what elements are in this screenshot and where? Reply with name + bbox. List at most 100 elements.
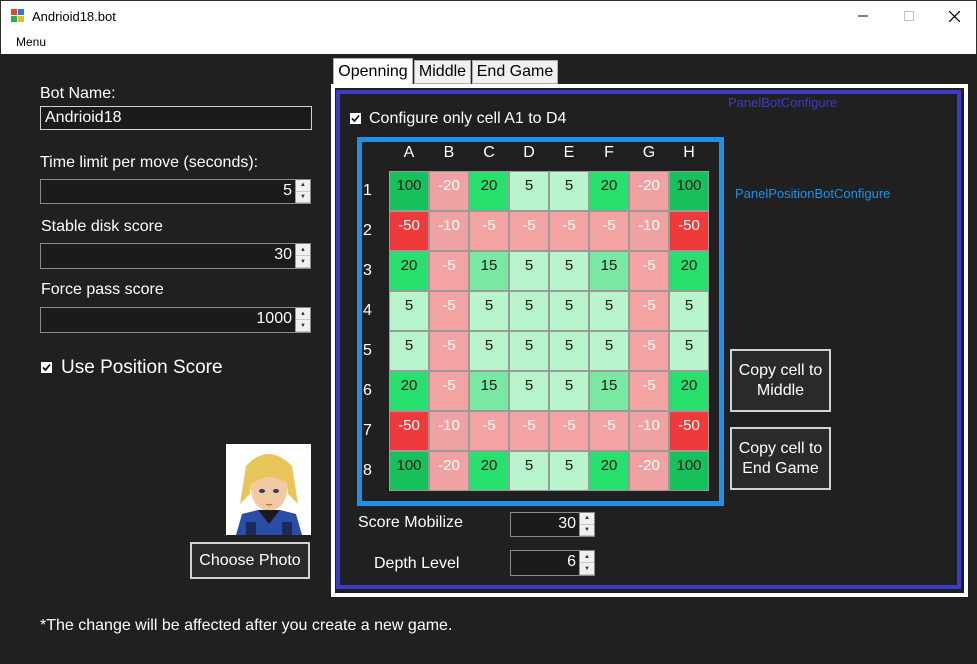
grid-cell-d8[interactable]: 5 [509,451,549,491]
time-limit-label: Time limit per move (seconds): [40,154,259,171]
spin-down-icon[interactable]: ▼ [296,256,310,268]
grid-cell-h2[interactable]: -50 [669,211,709,251]
grid-cell-a1[interactable]: 100 [389,171,429,211]
grid-cell-e5[interactable]: 5 [549,331,589,371]
grid-cell-g6[interactable]: -5 [629,371,669,411]
spin-down-icon[interactable]: ▼ [296,320,310,332]
grid-cell-b1[interactable]: -20 [429,171,469,211]
tab-middle[interactable]: Middle [414,60,471,84]
spin-down-icon[interactable]: ▼ [580,563,594,575]
grid-cell-h4[interactable]: 5 [669,291,709,331]
stable-disk-spin[interactable]: ▲ ▼ [295,244,310,268]
grid-cell-f2[interactable]: -5 [589,211,629,251]
grid-cell-d7[interactable]: -5 [509,411,549,451]
grid-cell-h3[interactable]: 20 [669,251,709,291]
column-header: F [604,144,614,161]
grid-cell-g8[interactable]: -20 [629,451,669,491]
grid-cell-a5[interactable]: 5 [389,331,429,371]
force-pass-spin[interactable]: ▲ ▼ [295,308,310,332]
grid-cell-e3[interactable]: 5 [549,251,589,291]
grid-cell-g7[interactable]: -10 [629,411,669,451]
menu-item-menu[interactable]: Menu [16,35,46,49]
score-mobilize-stepper[interactable]: 30 ▲ ▼ [510,512,595,537]
grid-cell-d3[interactable]: 5 [509,251,549,291]
bot-name-input[interactable]: Andrioid18 [40,106,312,130]
grid-cell-h6[interactable]: 20 [669,371,709,411]
grid-cell-e6[interactable]: 5 [549,371,589,411]
grid-cell-c8[interactable]: 20 [469,451,509,491]
grid-cell-a8[interactable]: 100 [389,451,429,491]
tab-openning[interactable]: Openning [333,58,413,85]
minimize-button[interactable] [840,1,886,31]
grid-cell-b8[interactable]: -20 [429,451,469,491]
grid-cell-g4[interactable]: -5 [629,291,669,331]
grid-cell-b6[interactable]: -5 [429,371,469,411]
grid-cell-c3[interactable]: 15 [469,251,509,291]
grid-cell-c1[interactable]: 20 [469,171,509,211]
spin-down-icon[interactable]: ▼ [580,525,594,536]
grid-cell-f3[interactable]: 15 [589,251,629,291]
time-limit-stepper[interactable]: 5 ▲ ▼ [40,179,311,204]
grid-cell-d6[interactable]: 5 [509,371,549,411]
grid-cell-h5[interactable]: 5 [669,331,709,371]
grid-cell-e4[interactable]: 5 [549,291,589,331]
grid-cell-f8[interactable]: 20 [589,451,629,491]
configure-only-checkbox[interactable] [350,113,361,124]
grid-cell-a6[interactable]: 20 [389,371,429,411]
maximize-button[interactable] [886,1,932,31]
spin-up-icon[interactable]: ▲ [296,244,310,256]
grid-cell-c6[interactable]: 15 [469,371,509,411]
grid-cell-c4[interactable]: 5 [469,291,509,331]
grid-cell-f1[interactable]: 20 [589,171,629,211]
spin-up-icon[interactable]: ▲ [296,308,310,320]
grid-cell-g2[interactable]: -10 [629,211,669,251]
bot-name-value: Andrioid18 [45,109,122,126]
grid-cell-d4[interactable]: 5 [509,291,549,331]
grid-cell-d5[interactable]: 5 [509,331,549,371]
grid-cell-h8[interactable]: 100 [669,451,709,491]
choose-photo-button[interactable]: Choose Photo [190,542,310,579]
time-limit-spin[interactable]: ▲ ▼ [295,180,310,203]
grid-cell-c2[interactable]: -5 [469,211,509,251]
grid-cell-g3[interactable]: -5 [629,251,669,291]
grid-cell-b2[interactable]: -10 [429,211,469,251]
grid-cell-g1[interactable]: -20 [629,171,669,211]
spin-up-icon[interactable]: ▲ [296,180,310,192]
grid-cell-a7[interactable]: -50 [389,411,429,451]
close-button[interactable] [931,1,977,31]
stable-disk-stepper[interactable]: 30 ▲ ▼ [40,243,311,269]
grid-cell-e1[interactable]: 5 [549,171,589,211]
score-mobilize-spin[interactable]: ▲ ▼ [579,513,594,536]
grid-cell-f4[interactable]: 5 [589,291,629,331]
grid-cell-e8[interactable]: 5 [549,451,589,491]
grid-cell-b5[interactable]: -5 [429,331,469,371]
grid-cell-g5[interactable]: -5 [629,331,669,371]
grid-cell-e7[interactable]: -5 [549,411,589,451]
grid-cell-f7[interactable]: -5 [589,411,629,451]
grid-cell-b3[interactable]: -5 [429,251,469,291]
spin-down-icon[interactable]: ▼ [296,192,310,203]
use-position-checkbox[interactable] [41,362,52,373]
copy-to-end-game-button[interactable]: Copy cell to End Game [730,427,831,490]
depth-level-spin[interactable]: ▲ ▼ [579,551,594,575]
grid-cell-e2[interactable]: -5 [549,211,589,251]
grid-cell-b7[interactable]: -10 [429,411,469,451]
grid-cell-f5[interactable]: 5 [589,331,629,371]
depth-level-stepper[interactable]: 6 ▲ ▼ [510,550,595,576]
grid-cell-c7[interactable]: -5 [469,411,509,451]
grid-cell-a4[interactable]: 5 [389,291,429,331]
copy-to-middle-button[interactable]: Copy cell to Middle [730,349,831,412]
grid-cell-d2[interactable]: -5 [509,211,549,251]
spin-up-icon[interactable]: ▲ [580,551,594,563]
spin-up-icon[interactable]: ▲ [580,513,594,525]
grid-cell-h1[interactable]: 100 [669,171,709,211]
grid-cell-f6[interactable]: 15 [589,371,629,411]
grid-cell-h7[interactable]: -50 [669,411,709,451]
grid-cell-b4[interactable]: -5 [429,291,469,331]
tab-end-game[interactable]: End Game [472,60,558,84]
grid-cell-c5[interactable]: 5 [469,331,509,371]
force-pass-stepper[interactable]: 1000 ▲ ▼ [40,307,311,333]
grid-cell-a2[interactable]: -50 [389,211,429,251]
grid-cell-a3[interactable]: 20 [389,251,429,291]
grid-cell-d1[interactable]: 5 [509,171,549,211]
